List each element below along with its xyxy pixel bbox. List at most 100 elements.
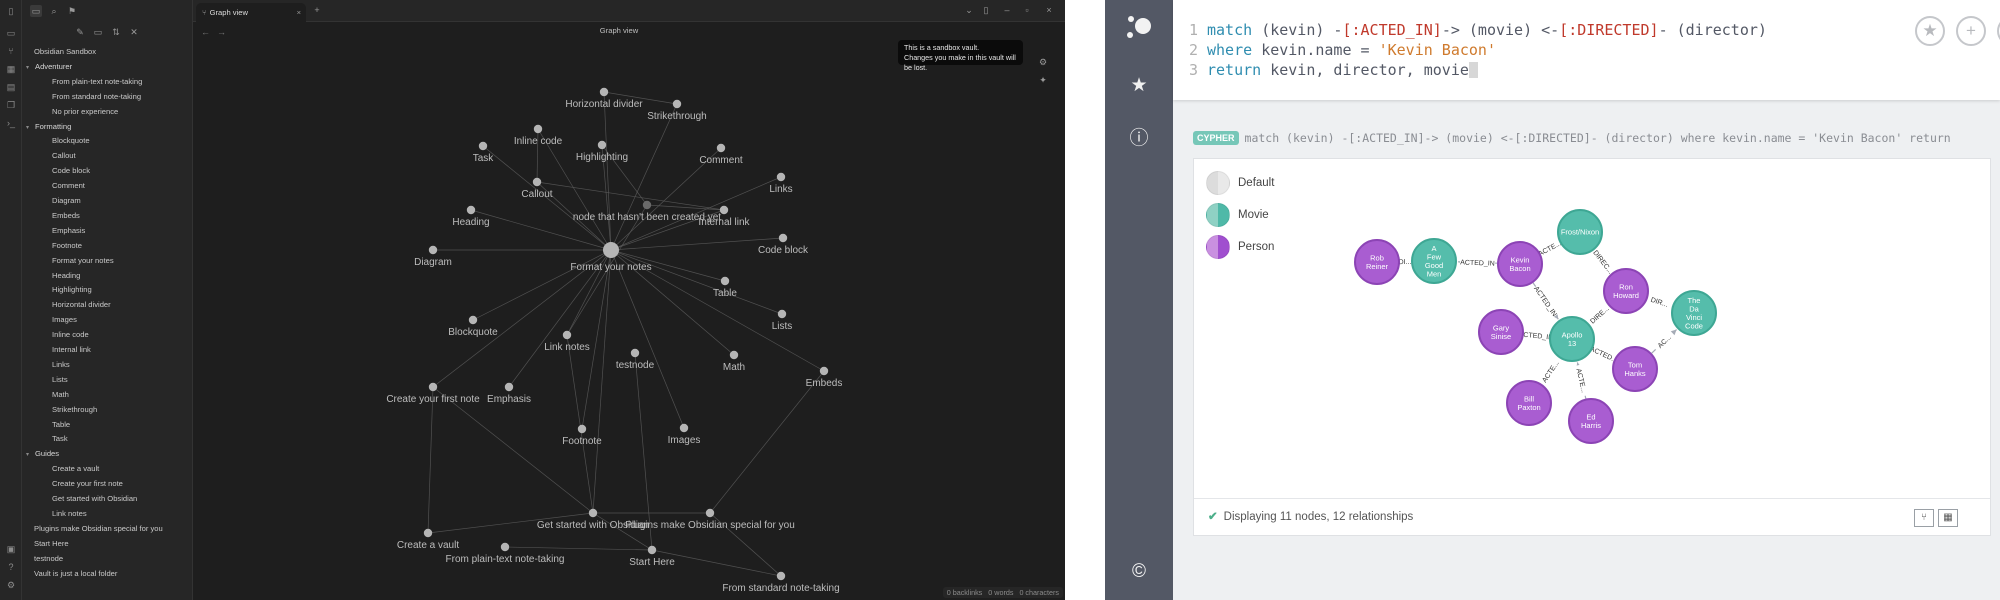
- graph-view-toggle-icon[interactable]: ⑂: [1914, 509, 1934, 527]
- tree-file[interactable]: Format your notes: [52, 254, 114, 268]
- tree-file[interactable]: Callout: [52, 149, 76, 163]
- graph-node[interactable]: From plain-text note-taking: [446, 542, 565, 565]
- graph-node-dot[interactable]: [466, 205, 476, 215]
- graph-node-dot[interactable]: [533, 124, 543, 134]
- graph-node[interactable]: Links: [769, 172, 793, 195]
- tree-file[interactable]: Blockquote: [52, 134, 90, 148]
- graph-node-dot[interactable]: [588, 508, 598, 518]
- minimize-icon[interactable]: –: [1001, 4, 1013, 16]
- graph-node[interactable]: Horizontal divider: [565, 87, 643, 110]
- graph-node-dot[interactable]: [428, 382, 438, 392]
- graph-node-person[interactable]: EdHarris: [1568, 398, 1614, 444]
- chevron-down-icon[interactable]: ▾: [26, 448, 35, 462]
- terminal-icon[interactable]: ›_: [6, 118, 16, 128]
- tree-file[interactable]: Strikethrough: [52, 403, 97, 417]
- tree-file[interactable]: Highlighting: [52, 283, 92, 297]
- graph-node-dot[interactable]: [423, 528, 433, 538]
- tree-file[interactable]: Math: [52, 388, 69, 402]
- graph-node[interactable]: Footnote: [562, 424, 602, 447]
- graph-node-dot[interactable]: [478, 141, 488, 151]
- tree-file[interactable]: testnode: [34, 552, 63, 566]
- graph-node[interactable]: Start Here: [629, 545, 675, 568]
- graph-node[interactable]: Diagram: [414, 245, 452, 268]
- settings-gear-icon[interactable]: ⚙: [6, 580, 16, 590]
- close-tab-icon[interactable]: ×: [297, 3, 301, 22]
- graph-node-person[interactable]: TomHanks: [1612, 346, 1658, 392]
- new-tab-icon[interactable]: +: [311, 4, 323, 16]
- new-folder-icon[interactable]: ▭: [92, 26, 104, 38]
- canvas-icon[interactable]: ▦: [6, 64, 16, 74]
- chevron-down-icon[interactable]: ▾: [26, 61, 35, 75]
- tree-file[interactable]: Heading: [52, 269, 80, 283]
- chevron-down-icon[interactable]: ▾: [26, 121, 35, 135]
- code-line[interactable]: 2 where kevin.name = 'Kevin Bacon': [1189, 40, 1496, 60]
- graph-icon[interactable]: ⑂: [6, 46, 16, 56]
- graph-settings-gear-icon[interactable]: ⚙: [1037, 56, 1049, 68]
- tree-file[interactable]: Link notes: [52, 507, 87, 521]
- graph-node[interactable]: Lists: [772, 309, 793, 332]
- tree-file[interactable]: Start Here: [34, 537, 69, 551]
- table-view-toggle-icon[interactable]: ▦: [1938, 509, 1958, 527]
- graph-node-dot[interactable]: [603, 242, 619, 258]
- vault-name[interactable]: Obsidian Sandbox: [34, 45, 96, 59]
- tree-file[interactable]: Internal link: [52, 343, 91, 357]
- graph-node-dot[interactable]: [776, 571, 786, 581]
- tree-file[interactable]: Emphasis: [52, 224, 85, 238]
- graph-node[interactable]: Create your first note: [386, 382, 480, 405]
- graph-node-movie[interactable]: Frost/Nixon: [1557, 209, 1603, 255]
- tree-file[interactable]: Footnote: [52, 239, 82, 253]
- tree-file[interactable]: Code block: [52, 164, 90, 178]
- vault-icon[interactable]: ▣: [6, 544, 16, 554]
- maximize-icon[interactable]: ▫: [1021, 4, 1033, 16]
- graph-node[interactable]: Heading: [452, 205, 490, 228]
- result-graph[interactable]: DI... ACTED_INACTE...DIREC...ACTED_IN DIRE…: [1194, 159, 1992, 499]
- help-icon[interactable]: ?: [6, 562, 16, 572]
- graph-node-movie[interactable]: TheDaVinciCode: [1671, 290, 1717, 336]
- graph-node-dot[interactable]: [630, 348, 640, 358]
- graph-node-movie[interactable]: Apollo13: [1549, 316, 1595, 362]
- graph-node-dot[interactable]: [642, 200, 652, 210]
- graph-node-dot[interactable]: [577, 424, 587, 434]
- graph-node-person[interactable]: BillPaxton: [1506, 380, 1552, 426]
- calendar-icon[interactable]: ▤: [6, 82, 16, 92]
- neo4j-logo-icon[interactable]: [1126, 14, 1154, 44]
- graph-node[interactable]: From standard note-taking: [722, 571, 840, 594]
- graph-node[interactable]: Plugins make Obsidian special for you: [625, 508, 795, 531]
- graph-animate-icon[interactable]: ✦: [1037, 74, 1049, 86]
- relationship[interactable]: ACTED_IN: [1531, 282, 1560, 320]
- tree-file[interactable]: Vault is just a local folder: [34, 567, 117, 581]
- graph-node-dot[interactable]: [504, 382, 514, 392]
- tab-graph-view[interactable]: ⑂ Graph view ×: [196, 3, 306, 22]
- folder-icon[interactable]: ▭: [30, 5, 42, 17]
- graph-node-dot[interactable]: [562, 330, 572, 340]
- tree-file[interactable]: Table: [52, 418, 70, 432]
- favorite-star-button[interactable]: ★: [1915, 16, 1945, 46]
- graph-node[interactable]: Images: [668, 423, 701, 446]
- legend-item[interactable]: Default: [1206, 171, 1274, 195]
- graph-node-dot[interactable]: [716, 143, 726, 153]
- graph-node-dot[interactable]: [672, 99, 682, 109]
- graph-node-dot[interactable]: [647, 545, 657, 555]
- copyright-icon[interactable]: ©: [1127, 560, 1151, 584]
- tree-file[interactable]: Create a vault: [52, 462, 99, 476]
- add-plus-button[interactable]: +: [1956, 16, 1986, 46]
- tree-file[interactable]: Embeds: [52, 209, 80, 223]
- relationship[interactable]: ACTE...: [1537, 355, 1564, 388]
- graph-node[interactable]: Blockquote: [448, 315, 498, 338]
- graph-node-dot[interactable]: [599, 87, 609, 97]
- graph-node[interactable]: Create a vault: [397, 528, 459, 551]
- cypher-editor[interactable]: 1 match (kevin) -[:ACTED_IN]-> (movie) <-…: [1173, 0, 2000, 100]
- sidebar-toggle-icon[interactable]: ▯: [6, 6, 16, 16]
- relationship[interactable]: ACTED_IN: [1457, 256, 1498, 269]
- graph-node-person[interactable]: RonHoward: [1603, 268, 1649, 314]
- tree-folder[interactable]: ▾ Formatting: [26, 120, 71, 134]
- graph-node[interactable]: Inline code: [514, 124, 563, 147]
- tree-folder[interactable]: ▾ Guides: [26, 447, 59, 461]
- graph-node-dot[interactable]: [729, 350, 739, 360]
- collapse-icon[interactable]: ✕: [128, 26, 140, 38]
- file-icon[interactable]: ▭: [6, 28, 16, 38]
- graph-node-dot[interactable]: [597, 140, 607, 150]
- new-note-icon[interactable]: ✎: [74, 26, 86, 38]
- tree-file[interactable]: Diagram: [52, 194, 81, 208]
- tree-file[interactable]: Get started with Obsidian: [52, 492, 137, 506]
